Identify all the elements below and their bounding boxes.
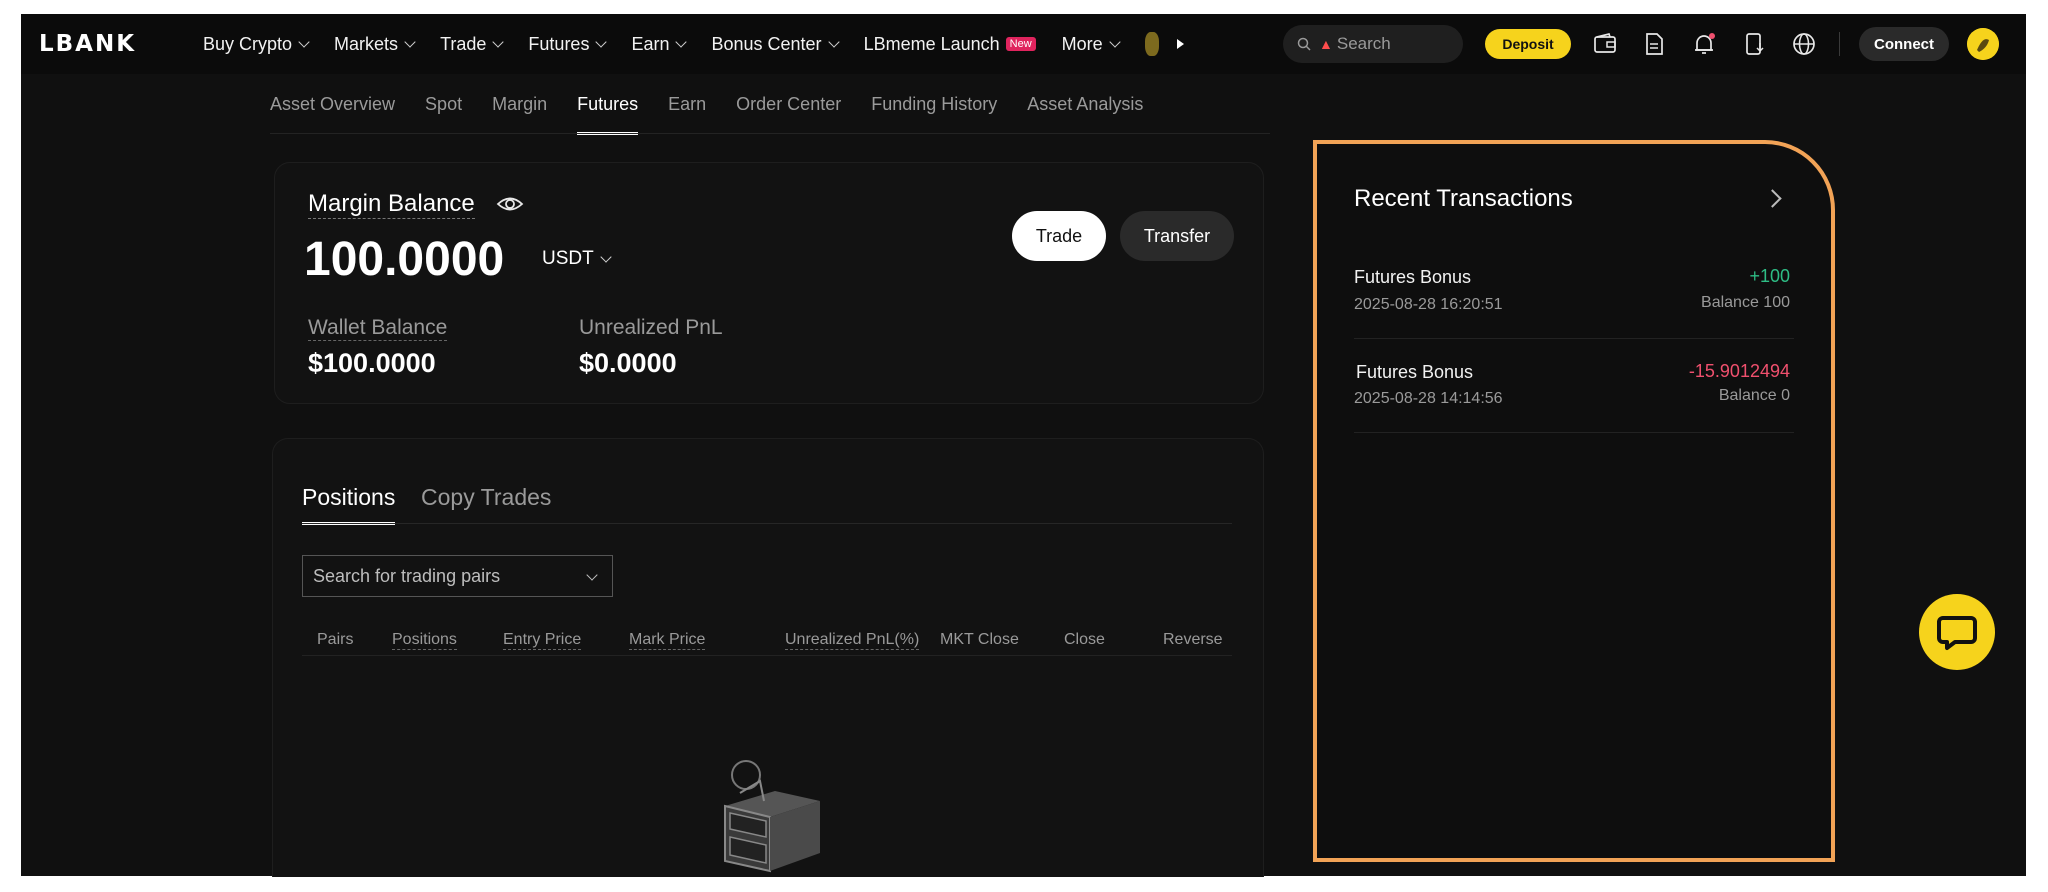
tab-copy-trades[interactable]: Copy Trades xyxy=(421,484,551,511)
user-avatar-icon xyxy=(1967,28,1999,60)
positions-tab-divider xyxy=(302,523,1232,524)
tx-balance: Balance 0 xyxy=(1718,387,1790,404)
top-nav: LBANK Buy Crypto Markets Trade Futures E… xyxy=(21,14,2026,74)
lbank-logo[interactable]: LBANK xyxy=(39,31,136,57)
nav-menu: Buy Crypto Markets Trade Futures Earn Bo… xyxy=(203,14,1184,74)
col-entry-price[interactable]: Entry Price xyxy=(503,631,582,650)
col-unrealized-pnl[interactable]: Unrealized PnL(%) xyxy=(785,631,920,650)
globe-icon[interactable] xyxy=(1791,31,1817,57)
tx-name: Futures Bonus xyxy=(1354,267,1472,287)
nav-item-trade[interactable]: Trade xyxy=(440,33,505,55)
tab-futures[interactable]: Futures xyxy=(577,94,639,135)
nav-item-futures[interactable]: Futures xyxy=(528,33,608,55)
tx-time: 2025-08-28 14:14:56 xyxy=(1354,390,1503,407)
chevron-down-icon xyxy=(595,35,608,48)
chevron-down-icon xyxy=(675,35,688,48)
chat-support-button[interactable] xyxy=(1919,594,1995,670)
col-positions[interactable]: Positions xyxy=(392,631,457,650)
tab-order-center[interactable]: Order Center xyxy=(736,94,841,115)
unrealized-pnl-label: Unrealized PnL xyxy=(579,316,723,339)
chevron-down-icon xyxy=(586,569,598,581)
currency-label: USDT xyxy=(542,248,594,269)
chevron-down-icon xyxy=(600,250,612,263)
wallet-balance-label[interactable]: Wallet Balance xyxy=(308,316,448,341)
scroll-right-icon[interactable] xyxy=(1176,39,1184,49)
wallet-balance-value: $100.0000 xyxy=(308,348,436,378)
col-close: Close xyxy=(1064,631,1105,648)
subnav-divider xyxy=(270,133,1270,134)
tab-spot[interactable]: Spot xyxy=(425,94,462,115)
nav-item-earn[interactable]: Earn xyxy=(631,33,688,55)
bell-icon[interactable] xyxy=(1691,31,1717,57)
tab-asset-analysis[interactable]: Asset Analysis xyxy=(1027,94,1143,115)
coin-icon[interactable] xyxy=(1144,32,1159,56)
col-reverse: Reverse xyxy=(1163,631,1223,648)
tab-earn[interactable]: Earn xyxy=(668,94,706,115)
empty-box-icon xyxy=(724,760,820,873)
nav-item-more[interactable]: More xyxy=(1061,33,1121,55)
pair-search-placeholder: Search for trading pairs xyxy=(313,565,501,586)
deposit-button[interactable]: Deposit xyxy=(1485,29,1571,59)
trading-pair-search[interactable]: Search for trading pairs xyxy=(302,555,613,597)
tx-name: Futures Bonus xyxy=(1356,362,1474,382)
col-mark-price[interactable]: Mark Price xyxy=(629,631,706,650)
nav-divider xyxy=(1839,32,1840,56)
search-placeholder: Search xyxy=(1336,34,1391,53)
col-mkt-close: MKT Close xyxy=(940,631,1019,648)
hot-flame-icon: ▲ xyxy=(1319,36,1333,52)
margin-balance-value: 100.0000 xyxy=(304,233,505,286)
tab-margin[interactable]: Margin xyxy=(492,94,547,115)
nav-item-markets[interactable]: Markets xyxy=(334,33,416,55)
trade-button[interactable]: Trade xyxy=(1012,211,1106,261)
nav-item-label: More xyxy=(1061,33,1103,54)
chevron-down-icon xyxy=(1109,35,1121,48)
nav-item-label: Futures xyxy=(528,33,590,54)
transfer-button[interactable]: Transfer xyxy=(1120,211,1234,261)
nav-item-buy-crypto[interactable]: Buy Crypto xyxy=(203,33,310,55)
tx-balance: Balance 100 xyxy=(1701,294,1790,311)
tab-asset-overview[interactable]: Asset Overview xyxy=(270,94,395,115)
chevron-down-icon xyxy=(827,35,840,48)
asset-tabs: Asset Overview Spot Margin Futures Earn … xyxy=(270,94,1173,135)
nav-item-label: Bonus Center xyxy=(711,33,822,54)
currency-select[interactable]: USDT xyxy=(542,248,612,270)
search-input[interactable]: ▲ Search xyxy=(1283,25,1463,63)
connect-button[interactable]: Connect xyxy=(1859,27,1949,61)
nav-item-label: Markets xyxy=(334,33,399,54)
nav-item-bonus-center[interactable]: Bonus Center xyxy=(711,33,840,55)
tx-divider xyxy=(1354,338,1794,339)
tab-funding-history[interactable]: Funding History xyxy=(871,94,997,115)
chevron-down-icon xyxy=(298,35,310,48)
margin-balance-label[interactable]: Margin Balance xyxy=(308,190,475,219)
tx-divider xyxy=(1354,432,1794,433)
tab-positions[interactable]: Positions xyxy=(302,484,396,525)
nav-item-label: LBmeme Launch xyxy=(863,33,1000,54)
chevron-down-icon xyxy=(492,35,505,48)
eye-icon[interactable] xyxy=(496,193,524,215)
nav-item-label: Earn xyxy=(631,33,670,54)
nav-item-label: Buy Crypto xyxy=(203,33,293,54)
avatar[interactable] xyxy=(1967,28,1999,60)
wallet-icon[interactable] xyxy=(1592,31,1618,57)
new-badge: New xyxy=(1005,37,1036,51)
table-header-divider xyxy=(302,655,1232,656)
tx-amount: +100 xyxy=(1749,266,1790,286)
chevron-down-icon xyxy=(404,35,416,48)
nav-item-lbmeme-launch[interactable]: LBmeme Launch New xyxy=(864,34,1036,55)
chat-icon xyxy=(1937,616,1977,650)
unrealized-pnl-value: $0.0000 xyxy=(579,348,677,378)
recent-transactions-panel xyxy=(1313,140,1835,862)
tx-amount: -15.9012494 xyxy=(1688,361,1790,381)
download-app-icon[interactable] xyxy=(1741,31,1767,57)
nav-item-label: Trade xyxy=(440,33,487,54)
col-pairs: Pairs xyxy=(317,631,354,648)
search-icon xyxy=(1297,37,1311,51)
recent-transactions-title: Recent Transactions xyxy=(1354,185,1573,212)
tx-time: 2025-08-28 16:20:51 xyxy=(1354,296,1503,313)
document-icon[interactable] xyxy=(1641,31,1667,57)
